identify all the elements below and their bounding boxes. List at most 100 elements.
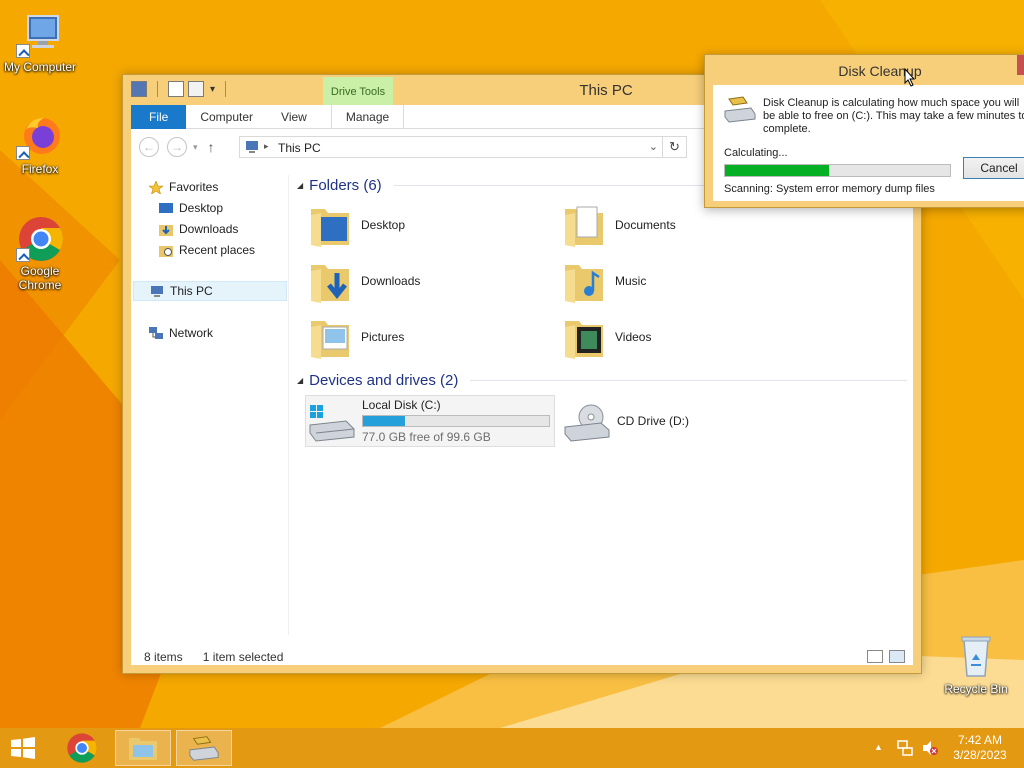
nav-downloads[interactable]: Downloads: [159, 219, 238, 239]
drive-name: Local Disk (C:): [362, 398, 441, 412]
recent-locations-chevron-icon[interactable]: ▾: [193, 142, 198, 153]
start-button[interactable]: [8, 736, 38, 760]
desktop-icon-firefox[interactable]: Firefox: [0, 112, 80, 176]
downloads-folder-icon: [311, 265, 349, 303]
group-title: Devices and drives (2): [309, 372, 459, 389]
content-pane: ◢ Folders (6) Desktop Documents Download…: [297, 175, 907, 645]
nav-this-pc[interactable]: This PC: [133, 281, 287, 301]
computer-icon: [16, 10, 64, 58]
address-dropdown-icon[interactable]: ⌄: [649, 140, 658, 153]
nav-desktop[interactable]: Desktop: [159, 198, 223, 218]
desktop-icon-label: Recycle Bin: [944, 682, 1008, 696]
cancel-button[interactable]: Cancel: [963, 157, 1024, 179]
folder-label: Pictures: [361, 330, 405, 344]
star-icon: [149, 180, 163, 194]
folder-label: Downloads: [361, 274, 421, 288]
volume-muted-icon[interactable]: [922, 740, 938, 756]
firefox-icon: [16, 112, 64, 160]
disk-cleanup-icon: [724, 96, 756, 123]
selection-count: 1 item selected: [202, 650, 284, 664]
nav-network[interactable]: Network: [149, 323, 213, 343]
taskbar-chrome[interactable]: [54, 730, 110, 766]
progress-bar: [724, 164, 951, 177]
group-divider: [470, 380, 907, 381]
address-box[interactable]: ▸ This PC ⌄: [239, 136, 663, 158]
desktop-icon-my-computer[interactable]: My Computer: [0, 10, 80, 74]
tab-manage[interactable]: Manage: [330, 105, 405, 129]
breadcrumb-chevron-icon[interactable]: ▸: [264, 141, 269, 152]
videos-folder-icon: [565, 321, 603, 359]
tab-view[interactable]: View: [267, 105, 321, 129]
nav-favorites[interactable]: Favorites: [149, 177, 218, 197]
taskbar: ▲ 7:42 AM 3/28/2023: [0, 728, 1024, 768]
breadcrumb-this-pc[interactable]: This PC: [278, 141, 321, 155]
folder-desktop[interactable]: Desktop: [309, 199, 549, 251]
pictures-folder-icon: [311, 321, 349, 359]
devices-group-header[interactable]: ◢ Devices and drives (2): [297, 372, 907, 389]
forward-button[interactable]: →: [167, 137, 187, 157]
desktop-icon-recycle-bin[interactable]: Recycle Bin: [936, 632, 1016, 696]
collapse-triangle-icon[interactable]: ◢: [297, 181, 303, 190]
dialog-title: Disk Cleanup: [838, 63, 922, 79]
folder-label: Music: [615, 274, 647, 288]
desktop-icon-label: Google Chrome: [18, 264, 62, 292]
large-icons-view-icon[interactable]: [889, 650, 905, 663]
network-tray-icon[interactable]: [897, 740, 913, 756]
drive-usage-fill: [363, 416, 406, 426]
tab-computer[interactable]: Computer: [186, 105, 267, 129]
item-count: 8 items: [144, 650, 183, 664]
up-button[interactable]: ↑: [208, 139, 215, 155]
mouse-cursor-icon: [904, 68, 916, 87]
nav-label: Recent places: [179, 243, 256, 257]
clock-time: 7:42 AM: [957, 733, 1003, 747]
drive-cd-d[interactable]: CD Drive (D:): [561, 395, 761, 447]
folder-videos[interactable]: Videos: [563, 311, 803, 363]
drive-usage-bar: [362, 415, 550, 427]
clock[interactable]: 7:42 AM 3/28/2023: [950, 733, 1010, 763]
folder-downloads[interactable]: Downloads: [309, 255, 549, 307]
progress-fill: [725, 165, 829, 176]
dialog-body: Disk Cleanup is calculating how much spa…: [713, 85, 1024, 201]
calculating-label: Calculating...: [724, 147, 788, 159]
dialog-message: Disk Cleanup is calculating how much spa…: [763, 97, 1024, 135]
view-buttons: [867, 650, 905, 663]
show-hidden-icons-chevron-icon[interactable]: ▲: [874, 742, 883, 752]
documents-folder-icon: [565, 206, 603, 247]
desktop-folder-icon: [311, 209, 349, 247]
drive-name: CD Drive (D:): [617, 414, 689, 428]
recycle-bin-icon: [952, 632, 1000, 680]
close-button[interactable]: [1017, 55, 1024, 75]
windows-logo-icon: [11, 737, 35, 759]
folder-pictures[interactable]: Pictures: [309, 311, 549, 363]
taskbar-file-explorer[interactable]: [115, 730, 171, 766]
chrome-icon: [67, 733, 97, 763]
desktop-icon-google-chrome[interactable]: Google Chrome: [0, 214, 80, 292]
clock-date: 3/28/2023: [953, 748, 1007, 762]
hard-drive-icon: [309, 405, 355, 442]
file-explorer-icon: [129, 738, 157, 760]
chrome-icon: [16, 214, 64, 262]
collapse-triangle-icon[interactable]: ◢: [297, 376, 303, 385]
folder-music[interactable]: Music: [563, 255, 803, 307]
recent-places-icon: [159, 245, 173, 257]
computer-icon: [151, 285, 163, 297]
details-view-icon[interactable]: [867, 650, 883, 663]
nav-label: Downloads: [179, 222, 239, 236]
back-button[interactable]: ←: [139, 137, 159, 157]
nav-recent-places[interactable]: Recent places: [159, 240, 255, 260]
navigation-pane: Favorites Desktop Downloads Recent place…: [131, 175, 289, 635]
taskbar-disk-cleanup[interactable]: [176, 730, 232, 766]
drive-local-disk-c[interactable]: Local Disk (C:) 77.0 GB free of 99.6 GB: [305, 395, 555, 447]
desktop-icon-label: Firefox: [21, 162, 59, 176]
desktop-icon-label: My Computer: [3, 60, 77, 74]
network-icon: [149, 326, 163, 339]
music-folder-icon: [565, 265, 603, 303]
downloads-small-icon: [159, 224, 173, 236]
cd-drive-icon: [564, 404, 610, 442]
group-title: Folders (6): [309, 177, 382, 194]
desktop-small-icon: [159, 202, 173, 213]
tab-file[interactable]: File: [131, 105, 187, 129]
nav-label: Desktop: [179, 201, 224, 215]
disk-cleanup-dialog[interactable]: Disk Cleanup Disk Cleanup is calculating…: [704, 54, 1024, 208]
refresh-button[interactable]: ↻: [663, 136, 687, 158]
